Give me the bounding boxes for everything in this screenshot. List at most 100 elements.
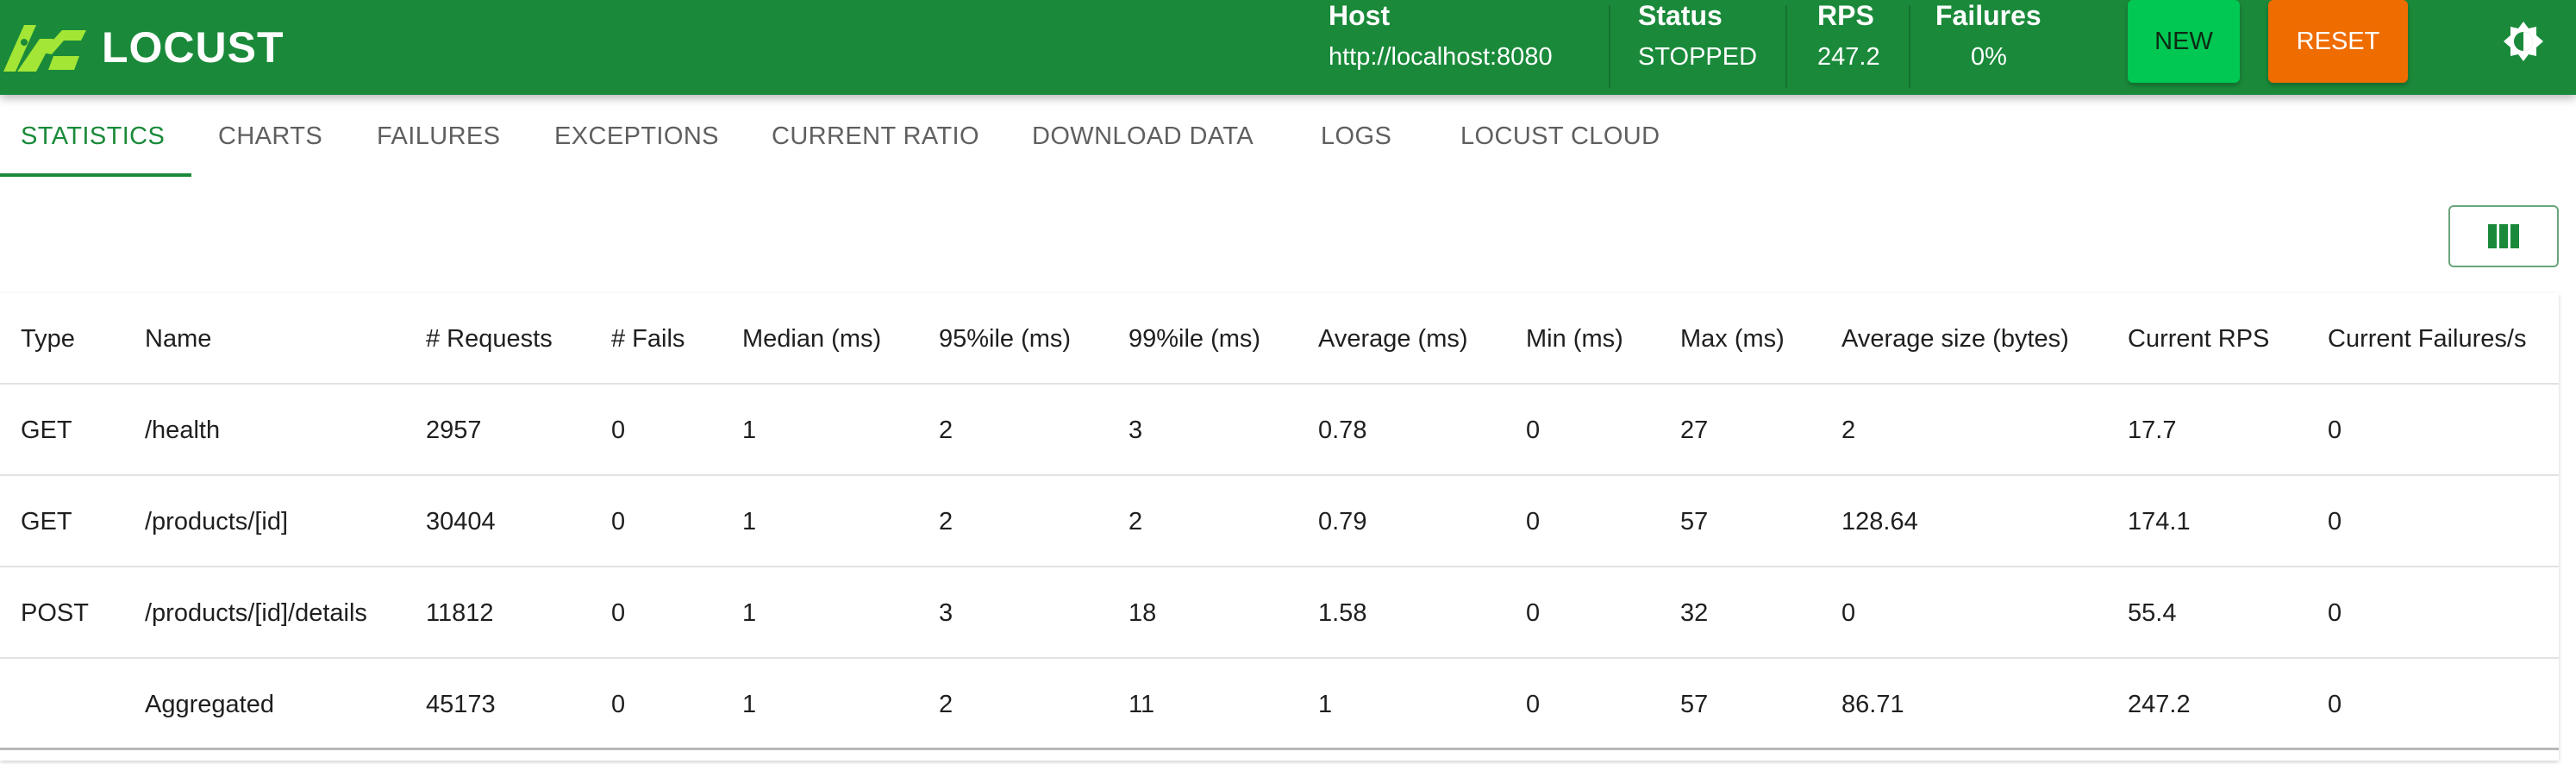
cell-requests: 2957 <box>426 416 482 444</box>
cell-max: 32 <box>1680 599 1709 627</box>
cell-95ile: 2 <box>939 508 953 535</box>
cell-99ile: 3 <box>1129 416 1143 444</box>
tab-locust-cloud[interactable]: LOCUST CLOUD <box>1460 95 1660 178</box>
cell-requests: 11812 <box>426 599 494 627</box>
rps-value: 247.2 <box>1817 43 1880 71</box>
column-header-average[interactable]: Average (ms) <box>1318 293 1468 385</box>
table-row: GET /health 2957 0 1 2 3 0.78 0 27 2 17.… <box>0 385 2559 476</box>
cell-fails: 0 <box>611 691 626 718</box>
column-header-95ile[interactable]: 95%ile (ms) <box>939 293 1071 385</box>
cell-min: 0 <box>1526 508 1541 535</box>
cell-min: 0 <box>1526 691 1541 718</box>
cell-average: 1 <box>1318 691 1333 718</box>
tab-statistics[interactable]: STATISTICS <box>21 95 165 178</box>
table-row: POST /products/[id]/details 11812 0 1 3 … <box>0 567 2559 659</box>
cell-current-rps: 17.7 <box>2128 416 2177 444</box>
cell-fails: 0 <box>611 416 626 444</box>
cell-name: /products/[id] <box>145 508 289 535</box>
cell-min: 0 <box>1526 599 1541 627</box>
cell-name: /health <box>145 416 221 444</box>
cell-avg-size: 0 <box>1841 599 1856 627</box>
cell-min: 0 <box>1526 416 1541 444</box>
tab-exceptions[interactable]: EXCEPTIONS <box>554 95 719 178</box>
cell-max: 27 <box>1680 416 1709 444</box>
cell-current-rps: 55.4 <box>2128 599 2177 627</box>
cell-99ile: 2 <box>1129 508 1143 535</box>
cell-current-rps: 174.1 <box>2128 508 2191 535</box>
cell-name: /products/[id]/details <box>145 599 367 627</box>
column-header-current-failures[interactable]: Current Failures/s <box>2328 293 2526 385</box>
table-header-row: Type Name # Requests # Fails Median (ms)… <box>0 293 2559 385</box>
cell-avg-size: 86.71 <box>1841 691 1904 718</box>
cell-type: POST <box>21 599 89 627</box>
cell-95ile: 2 <box>939 691 953 718</box>
cell-type: GET <box>21 508 72 535</box>
column-header-min[interactable]: Min (ms) <box>1526 293 1623 385</box>
tab-logs[interactable]: LOGS <box>1321 95 1391 178</box>
column-header-name[interactable]: Name <box>145 293 211 385</box>
cell-median: 1 <box>742 599 757 627</box>
cell-avg-size: 2 <box>1841 416 1856 444</box>
host-label: Host <box>1329 0 1391 31</box>
tab-failures[interactable]: FAILURES <box>377 95 500 178</box>
cell-max: 57 <box>1680 508 1709 535</box>
tab-download-data[interactable]: DOWNLOAD DATA <box>1032 95 1254 178</box>
cell-requests: 45173 <box>426 691 496 718</box>
column-header-median[interactable]: Median (ms) <box>742 293 881 385</box>
failures-label: Failures <box>1935 0 2041 31</box>
aggregated-row: Aggregated 45173 0 1 2 11 1 0 57 86.71 2… <box>0 659 2559 750</box>
cell-current-failures: 0 <box>2328 691 2342 718</box>
cell-requests: 30404 <box>426 508 496 535</box>
header-divider <box>1909 5 1910 88</box>
cell-99ile: 11 <box>1129 691 1155 718</box>
failures-value: 0% <box>1971 43 2007 71</box>
columns-icon <box>2488 224 2519 248</box>
column-header-max[interactable]: Max (ms) <box>1680 293 1785 385</box>
cell-type: GET <box>21 416 72 444</box>
cell-fails: 0 <box>611 508 626 535</box>
column-header-avg-size[interactable]: Average size (bytes) <box>1841 293 2069 385</box>
theme-toggle-icon[interactable] <box>2502 20 2545 63</box>
cell-avg-size: 128.64 <box>1841 508 1918 535</box>
app-name: LOCUST <box>102 23 284 72</box>
cell-median: 1 <box>742 508 757 535</box>
reset-stats-button[interactable]: RESET <box>2268 0 2408 83</box>
column-header-99ile[interactable]: 99%ile (ms) <box>1129 293 1260 385</box>
cell-max: 57 <box>1680 691 1709 718</box>
tab-current-ratio[interactable]: CURRENT RATIO <box>772 95 979 178</box>
cell-median: 1 <box>742 416 757 444</box>
column-header-type[interactable]: Type <box>21 293 75 385</box>
cell-average: 0.78 <box>1318 416 1367 444</box>
column-header-fails[interactable]: # Fails <box>611 293 685 385</box>
column-header-requests[interactable]: # Requests <box>426 293 553 385</box>
top-app-bar: LOCUST Host http://localhost:8080 Status… <box>0 0 2576 95</box>
cell-fails: 0 <box>611 599 626 627</box>
cell-average: 0.79 <box>1318 508 1367 535</box>
cell-current-rps: 247.2 <box>2128 691 2191 718</box>
host-value: http://localhost:8080 <box>1329 43 1553 71</box>
table-row: GET /products/[id] 30404 0 1 2 2 0.79 0 … <box>0 476 2559 567</box>
cell-current-failures: 0 <box>2328 508 2342 535</box>
status-value: STOPPED <box>1638 43 1758 71</box>
cell-99ile: 18 <box>1129 599 1157 627</box>
cell-95ile: 2 <box>939 416 953 444</box>
cell-median: 1 <box>742 691 757 718</box>
cell-95ile: 3 <box>939 599 953 627</box>
header-divider <box>1609 5 1610 88</box>
rps-label: RPS <box>1817 0 1874 31</box>
cell-average: 1.58 <box>1318 599 1367 627</box>
cell-current-failures: 0 <box>2328 416 2342 444</box>
column-chooser-button[interactable] <box>2448 205 2559 267</box>
tab-charts[interactable]: CHARTS <box>218 95 322 178</box>
brand[interactable]: LOCUST <box>0 16 284 79</box>
cell-name: Aggregated <box>145 691 274 718</box>
tab-bar: STATISTICS CHARTS FAILURES EXCEPTIONS CU… <box>0 95 2576 178</box>
cell-current-failures: 0 <box>2328 599 2342 627</box>
status-label: Status <box>1638 0 1723 31</box>
header-divider <box>1785 5 1787 88</box>
statistics-table: Type Name # Requests # Fails Median (ms)… <box>0 293 2559 761</box>
new-test-button[interactable]: NEW <box>2128 0 2240 83</box>
column-header-current-rps[interactable]: Current RPS <box>2128 293 2269 385</box>
active-tab-indicator <box>0 173 191 177</box>
locust-logo-icon <box>3 25 86 72</box>
